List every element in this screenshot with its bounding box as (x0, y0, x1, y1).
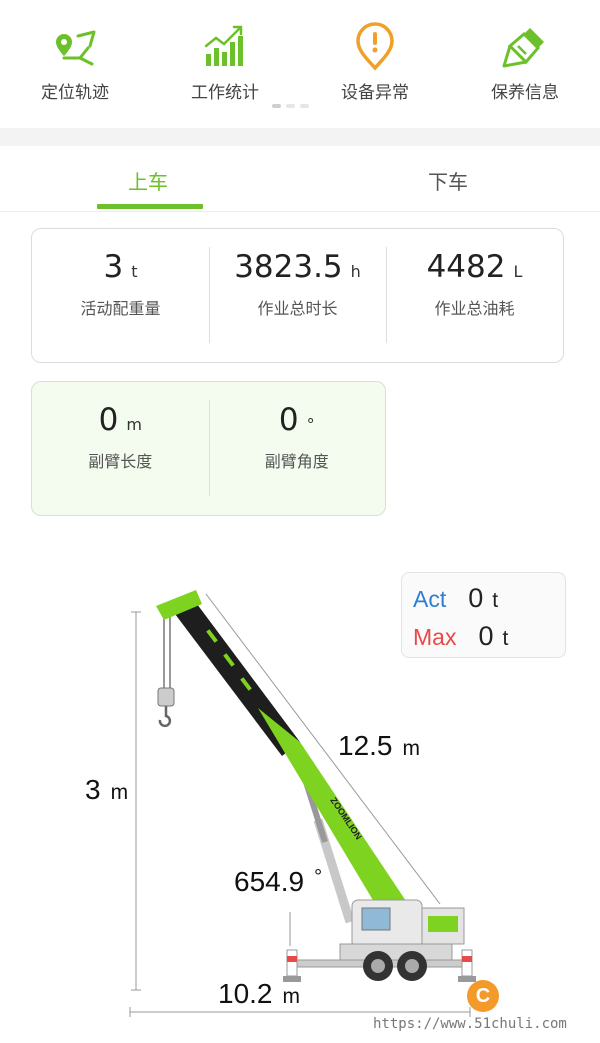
stat-value: 3 (103, 249, 124, 285)
stat-value: 0 (98, 402, 119, 438)
stat-value: 4482 (426, 249, 506, 285)
stat-unit: ° (306, 415, 315, 434)
lift-height-value: 3 (85, 774, 101, 805)
nav-item-location-track[interactable]: 定位轨迹 (0, 0, 150, 128)
stat-label: 作业总油耗 (434, 299, 515, 318)
working-radius-unit: m (282, 985, 301, 1008)
nav-item-maintenance[interactable]: 保养信息 (450, 0, 600, 128)
nav-label-device-alert: 设备异常 (341, 83, 409, 103)
stat-unit: h (350, 262, 361, 281)
stat-unit: L (513, 262, 523, 281)
boom-length-readout: 12.5 m (338, 730, 420, 762)
page-dot (300, 104, 309, 108)
nav-label-maintenance: 保养信息 (491, 83, 559, 103)
watermark: https://www.51chuli.com (373, 1016, 567, 1032)
stat-unit: t (131, 262, 138, 281)
nav-item-device-alert[interactable]: 设备异常 (300, 0, 450, 128)
outrigger-left (286, 949, 298, 977)
summary-stats-card: 3t 活动配重量 3823.5 h 作业总时长 4482 L 作业总油耗 (31, 228, 564, 363)
location-track-icon (56, 30, 96, 66)
bar-chart-icon (204, 25, 243, 66)
working-radius-readout: 10.2 m (218, 978, 300, 1010)
stat-value: 3823.5 (234, 249, 343, 285)
working-radius-value: 10.2 (218, 978, 273, 1009)
page-indicator (272, 104, 309, 108)
stat-total-fuel: 4482 L 作业总油耗 (386, 229, 563, 362)
stat-jib-angle: 0 ° 副臂角度 (208, 382, 386, 515)
hook-icon (158, 706, 172, 728)
section-divider (0, 128, 600, 146)
stat-label: 副臂长度 (88, 452, 153, 471)
top-nav: 定位轨迹 工作统计 设备异常 保养信息 (0, 0, 600, 128)
floating-badge[interactable]: C (467, 980, 499, 1012)
stat-label: 副臂角度 (264, 452, 329, 471)
boom-angle-readout: 654.9 ° (234, 866, 322, 898)
boom-angle-unit: ° (314, 866, 323, 888)
stat-unit: m (126, 415, 142, 434)
lift-height-unit: m (110, 781, 129, 804)
stat-total-hours: 3823.5 h 作业总时长 (209, 229, 386, 362)
tab-bar: 上车 下车 (0, 146, 600, 212)
jib-stats-card: 0m 副臂长度 0 ° 副臂角度 (31, 381, 386, 516)
nav-label-location-track: 定位轨迹 (41, 83, 109, 103)
outrigger-right (461, 949, 473, 977)
boom-length-unit: m (402, 737, 421, 760)
active-tab-indicator (97, 204, 203, 209)
stat-label: 作业总时长 (257, 299, 338, 318)
stat-label: 活动配重量 (80, 299, 161, 318)
stat-jib-length: 0m 副臂长度 (32, 382, 209, 515)
page-dot (286, 104, 295, 108)
stat-counterweight: 3t 活动配重量 (32, 229, 209, 362)
page-dot (272, 104, 281, 108)
nav-item-work-stats[interactable]: 工作统计 (150, 0, 300, 128)
tab-lower[interactable]: 下车 (428, 166, 468, 195)
stat-value: 0 (278, 402, 299, 438)
alert-icon (356, 22, 394, 71)
tab-upper[interactable]: 上车 (128, 166, 168, 195)
hook-block (157, 687, 175, 707)
brush-icon (502, 28, 544, 68)
lift-height-readout: 3 m (85, 774, 128, 806)
nav-label-work-stats: 工作统计 (191, 83, 259, 103)
crane-diagram: ZOOMLION 3 m 12.5 m 654.9 ° 10.2 m (0, 560, 600, 1020)
boom-length-value: 12.5 (338, 730, 393, 761)
boom-angle-value: 654.9 (234, 866, 305, 897)
